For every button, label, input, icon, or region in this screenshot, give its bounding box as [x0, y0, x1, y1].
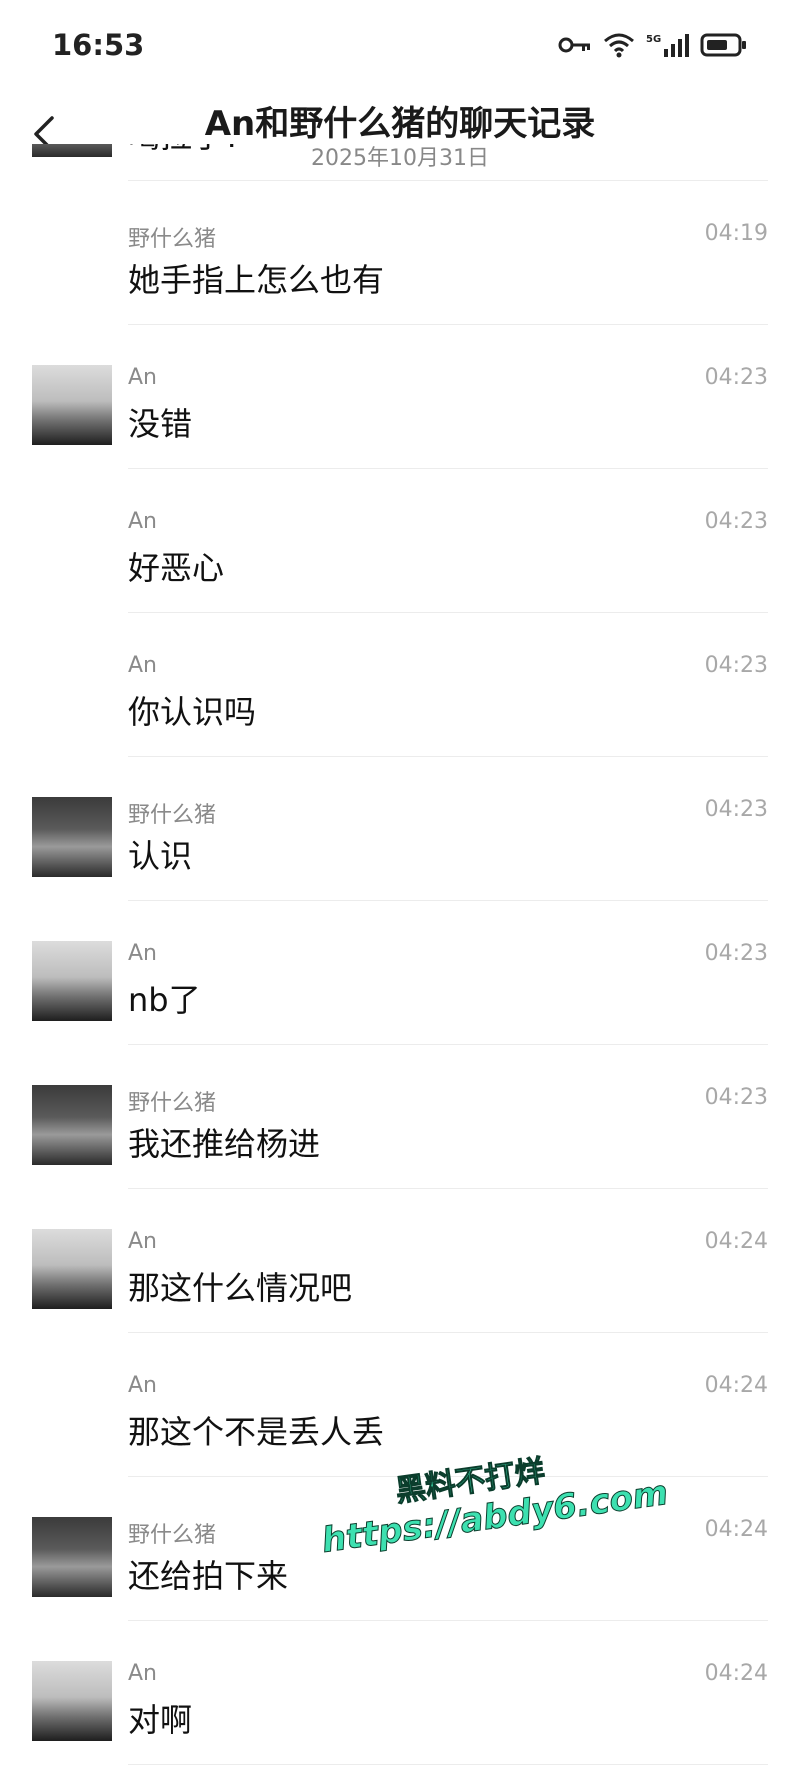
message-text: nb了: [128, 981, 201, 1019]
signal-icon: 5G: [646, 31, 690, 59]
avatar[interactable]: [32, 1517, 112, 1597]
message-row[interactable]: An 04:23 没错: [0, 325, 800, 469]
message-row[interactable]: 野什么猪 04:24 还给拍下来: [0, 1477, 800, 1621]
message-row[interactable]: An 04:23 好恶心: [0, 469, 800, 613]
message-text: 她手指上怎么也有: [128, 261, 385, 299]
avatar[interactable]: [32, 1229, 112, 1309]
message-row[interactable]: 野什么猪 04:19 她手指上怎么也有: [0, 181, 800, 325]
message-time: 04:23: [704, 1085, 768, 1110]
message-row[interactable]: An 04:24 对啊: [0, 1621, 800, 1765]
message-text: 喝拉了?: [128, 144, 241, 157]
message-sender: 野什么猪: [128, 803, 217, 828]
message-sender: 野什么猪: [128, 227, 217, 252]
message-sender: 野什么猪: [128, 1091, 217, 1116]
avatar[interactable]: [32, 1661, 112, 1741]
message-time: 04:24: [704, 1517, 768, 1542]
message-time: 04:23: [704, 509, 768, 534]
message-sender: 野什么猪: [128, 1523, 217, 1548]
message-sender: An: [128, 509, 157, 534]
message-text: 认识: [128, 837, 193, 875]
message-row[interactable]: An 04:24 那这什么情况吧: [0, 1189, 800, 1333]
message-row[interactable]: 野什么猪 04:23 我还推给杨进: [0, 1045, 800, 1189]
message-time: 04:24: [704, 1373, 768, 1398]
message-row[interactable]: 喝拉了?: [0, 144, 800, 181]
message-text: 你认识吗: [128, 693, 257, 731]
message-time: 04:23: [704, 653, 768, 678]
message-sender: An: [128, 365, 157, 390]
message-text: 还给拍下来: [128, 1557, 289, 1595]
wifi-icon: [602, 31, 636, 59]
message-text: 对啊: [128, 1701, 193, 1739]
message-row[interactable]: An 04:23 nb了: [0, 901, 800, 1045]
message-text: 那这什么情况吧: [128, 1269, 353, 1307]
message-divider: [128, 1764, 768, 1765]
message-text: 我还推给杨进: [128, 1125, 321, 1163]
svg-text:5G: 5G: [646, 34, 661, 45]
message-text: 那这个不是丢人丢: [128, 1413, 385, 1451]
avatar[interactable]: [32, 797, 112, 877]
avatar[interactable]: [32, 144, 112, 157]
message-time: 04:19: [704, 221, 768, 246]
status-icons: 5G: [558, 28, 748, 62]
avatar[interactable]: [32, 365, 112, 445]
key-icon: [558, 35, 592, 55]
message-row[interactable]: 野什么猪 04:23 认识: [0, 757, 800, 901]
message-time: 04:23: [704, 797, 768, 822]
message-time: 04:24: [704, 1661, 768, 1686]
battery-icon: [700, 32, 748, 58]
message-row[interactable]: An 04:24 那这个不是丢人丢: [0, 1333, 800, 1477]
message-time: 04:23: [704, 365, 768, 390]
message-time: 04:23: [704, 941, 768, 966]
page-title: An和野什么猪的聊天记录: [204, 104, 596, 144]
avatar[interactable]: [32, 1085, 112, 1165]
message-row[interactable]: An 04:23 你认识吗: [0, 613, 800, 757]
chat-record-list[interactable]: 喝拉了? 野什么猪 04:19 她手指上怎么也有 An 04:23 没错 An 04:23 好恶心…: [0, 144, 800, 1787]
message-sender: An: [128, 1229, 157, 1254]
message-sender: An: [128, 1373, 157, 1398]
message-time: 04:24: [704, 1229, 768, 1254]
message-sender: An: [128, 1661, 157, 1686]
avatar[interactable]: [32, 941, 112, 1021]
message-sender: An: [128, 653, 157, 678]
message-sender: An: [128, 941, 157, 966]
status-bar: 16:53 5G: [0, 0, 800, 90]
message-text: 好恶心: [128, 549, 225, 587]
message-text: 没错: [128, 405, 193, 443]
status-time: 16:53: [52, 28, 145, 62]
